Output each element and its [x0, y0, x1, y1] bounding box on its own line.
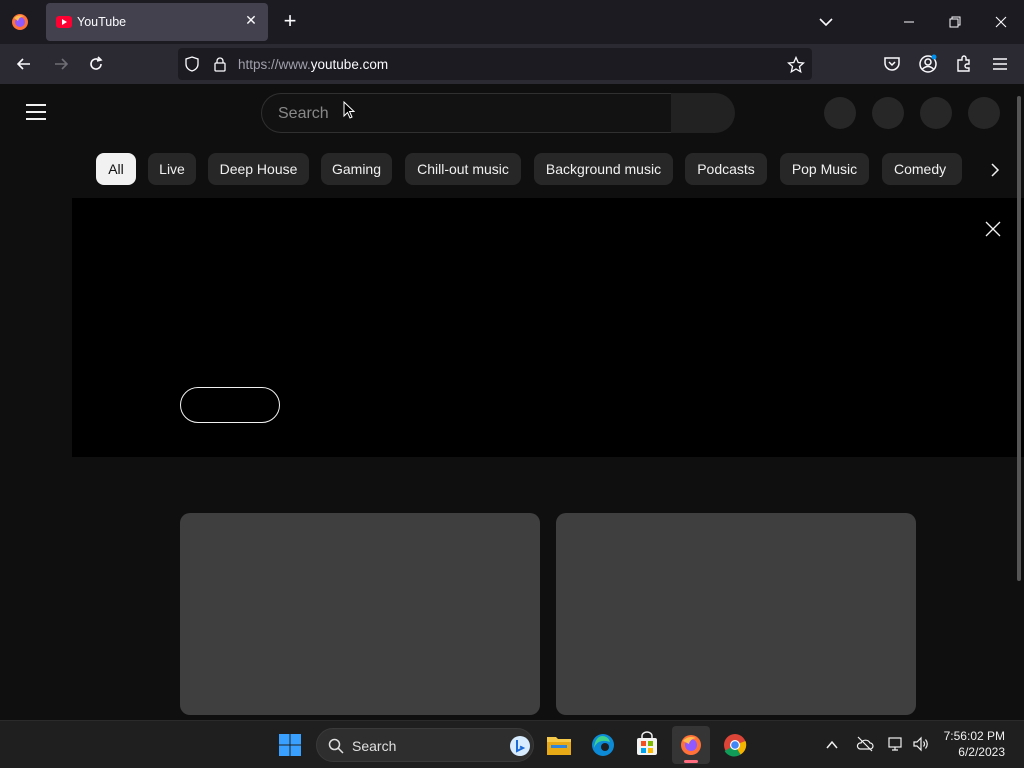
file-explorer-icon[interactable] [540, 726, 578, 764]
back-icon[interactable] [14, 54, 34, 74]
lock-icon[interactable] [212, 56, 228, 72]
chip-pop-music[interactable]: Pop Music [780, 153, 869, 185]
avatar[interactable] [968, 97, 1000, 129]
chip-live[interactable]: Live [148, 153, 196, 185]
create-icon-placeholder[interactable] [824, 97, 856, 129]
close-tab-icon[interactable]: ✕ [244, 13, 258, 27]
chip-podcasts[interactable]: Podcasts [685, 153, 767, 185]
new-tab-icon[interactable]: + [280, 10, 300, 32]
firefox-icon [681, 735, 701, 755]
mouse-cursor-icon [343, 101, 355, 119]
active-app-indicator [684, 760, 698, 763]
chrome-icon[interactable] [716, 726, 754, 764]
onedrive-offline-icon[interactable] [856, 735, 874, 753]
page-scrollbar[interactable] [1017, 96, 1021, 581]
network-icon[interactable] [887, 735, 905, 753]
notifications-icon-placeholder[interactable] [920, 97, 952, 129]
chip-chill-out-music[interactable]: Chill-out music [405, 153, 521, 185]
banner-action-button[interactable] [180, 387, 280, 423]
chip-deep-house[interactable]: Deep House [208, 153, 309, 185]
edge-icon[interactable] [584, 726, 622, 764]
forward-icon[interactable] [51, 54, 71, 74]
close-window-icon[interactable] [992, 12, 1010, 32]
reload-icon[interactable] [86, 54, 106, 74]
chevron-right-icon[interactable] [984, 160, 1004, 180]
search-icon [328, 738, 344, 754]
url-text[interactable]: https://www.youtube.com [238, 57, 388, 72]
tab-youtube[interactable]: YouTube ✕ [46, 3, 268, 41]
chip-background-music[interactable]: Background music [534, 153, 673, 185]
tab-title: YouTube [77, 15, 127, 29]
firefox-view-icon[interactable] [10, 12, 30, 32]
address-bar[interactable]: https://www.youtube.com [178, 48, 812, 80]
bookmark-star-icon[interactable] [787, 56, 805, 74]
youtube-search-button[interactable] [671, 93, 735, 133]
browser-tab-strip: YouTube ✕ + [0, 0, 1024, 44]
windows-start-icon[interactable] [278, 733, 302, 757]
taskbar-search-label: Search [352, 738, 397, 754]
chevron-up-icon[interactable] [824, 737, 840, 753]
url-domain: youtube.com [310, 57, 389, 72]
clock-date[interactable]: 6/2/2023 [940, 745, 1005, 759]
video-thumbnail-placeholder[interactable] [556, 513, 916, 715]
tracking-protection-icon[interactable] [184, 56, 200, 72]
search-placeholder: Search [278, 105, 329, 122]
youtube-search-input[interactable]: Search [261, 93, 671, 133]
app-menu-icon[interactable] [990, 54, 1010, 74]
youtube-favicon-icon [56, 16, 72, 28]
restore-icon[interactable] [946, 12, 964, 32]
chip-comedy[interactable]: Comedy [882, 153, 962, 185]
close-icon[interactable] [984, 220, 1002, 238]
youtube-page: Search All Live Deep House Gaming Chill-… [0, 84, 1024, 720]
windows-taskbar: Search 7:56:02 PM 6/2/2023 [0, 720, 1024, 768]
account-icon[interactable] [918, 54, 938, 74]
minimize-icon[interactable] [900, 12, 918, 32]
clock-time[interactable]: 7:56:02 PM [940, 729, 1005, 743]
firefox-taskbar-button[interactable] [672, 726, 710, 764]
pocket-icon[interactable] [882, 54, 902, 74]
taskbar-search-box[interactable]: Search [316, 728, 534, 762]
url-prefix: https://www. [238, 57, 311, 72]
volume-icon[interactable] [912, 735, 930, 753]
guide-menu-icon[interactable] [26, 104, 46, 120]
bing-icon[interactable] [509, 735, 531, 757]
extensions-icon[interactable] [954, 54, 974, 74]
microsoft-store-icon[interactable] [628, 726, 666, 764]
video-thumbnail-placeholder[interactable] [180, 513, 540, 715]
chip-all[interactable]: All [96, 153, 136, 185]
apps-icon-placeholder[interactable] [872, 97, 904, 129]
masthead-ad-banner [72, 198, 1024, 457]
chip-gaming[interactable]: Gaming [321, 153, 392, 185]
navigation-toolbar: https://www.youtube.com [0, 44, 1024, 84]
list-all-tabs-icon[interactable] [816, 12, 836, 32]
